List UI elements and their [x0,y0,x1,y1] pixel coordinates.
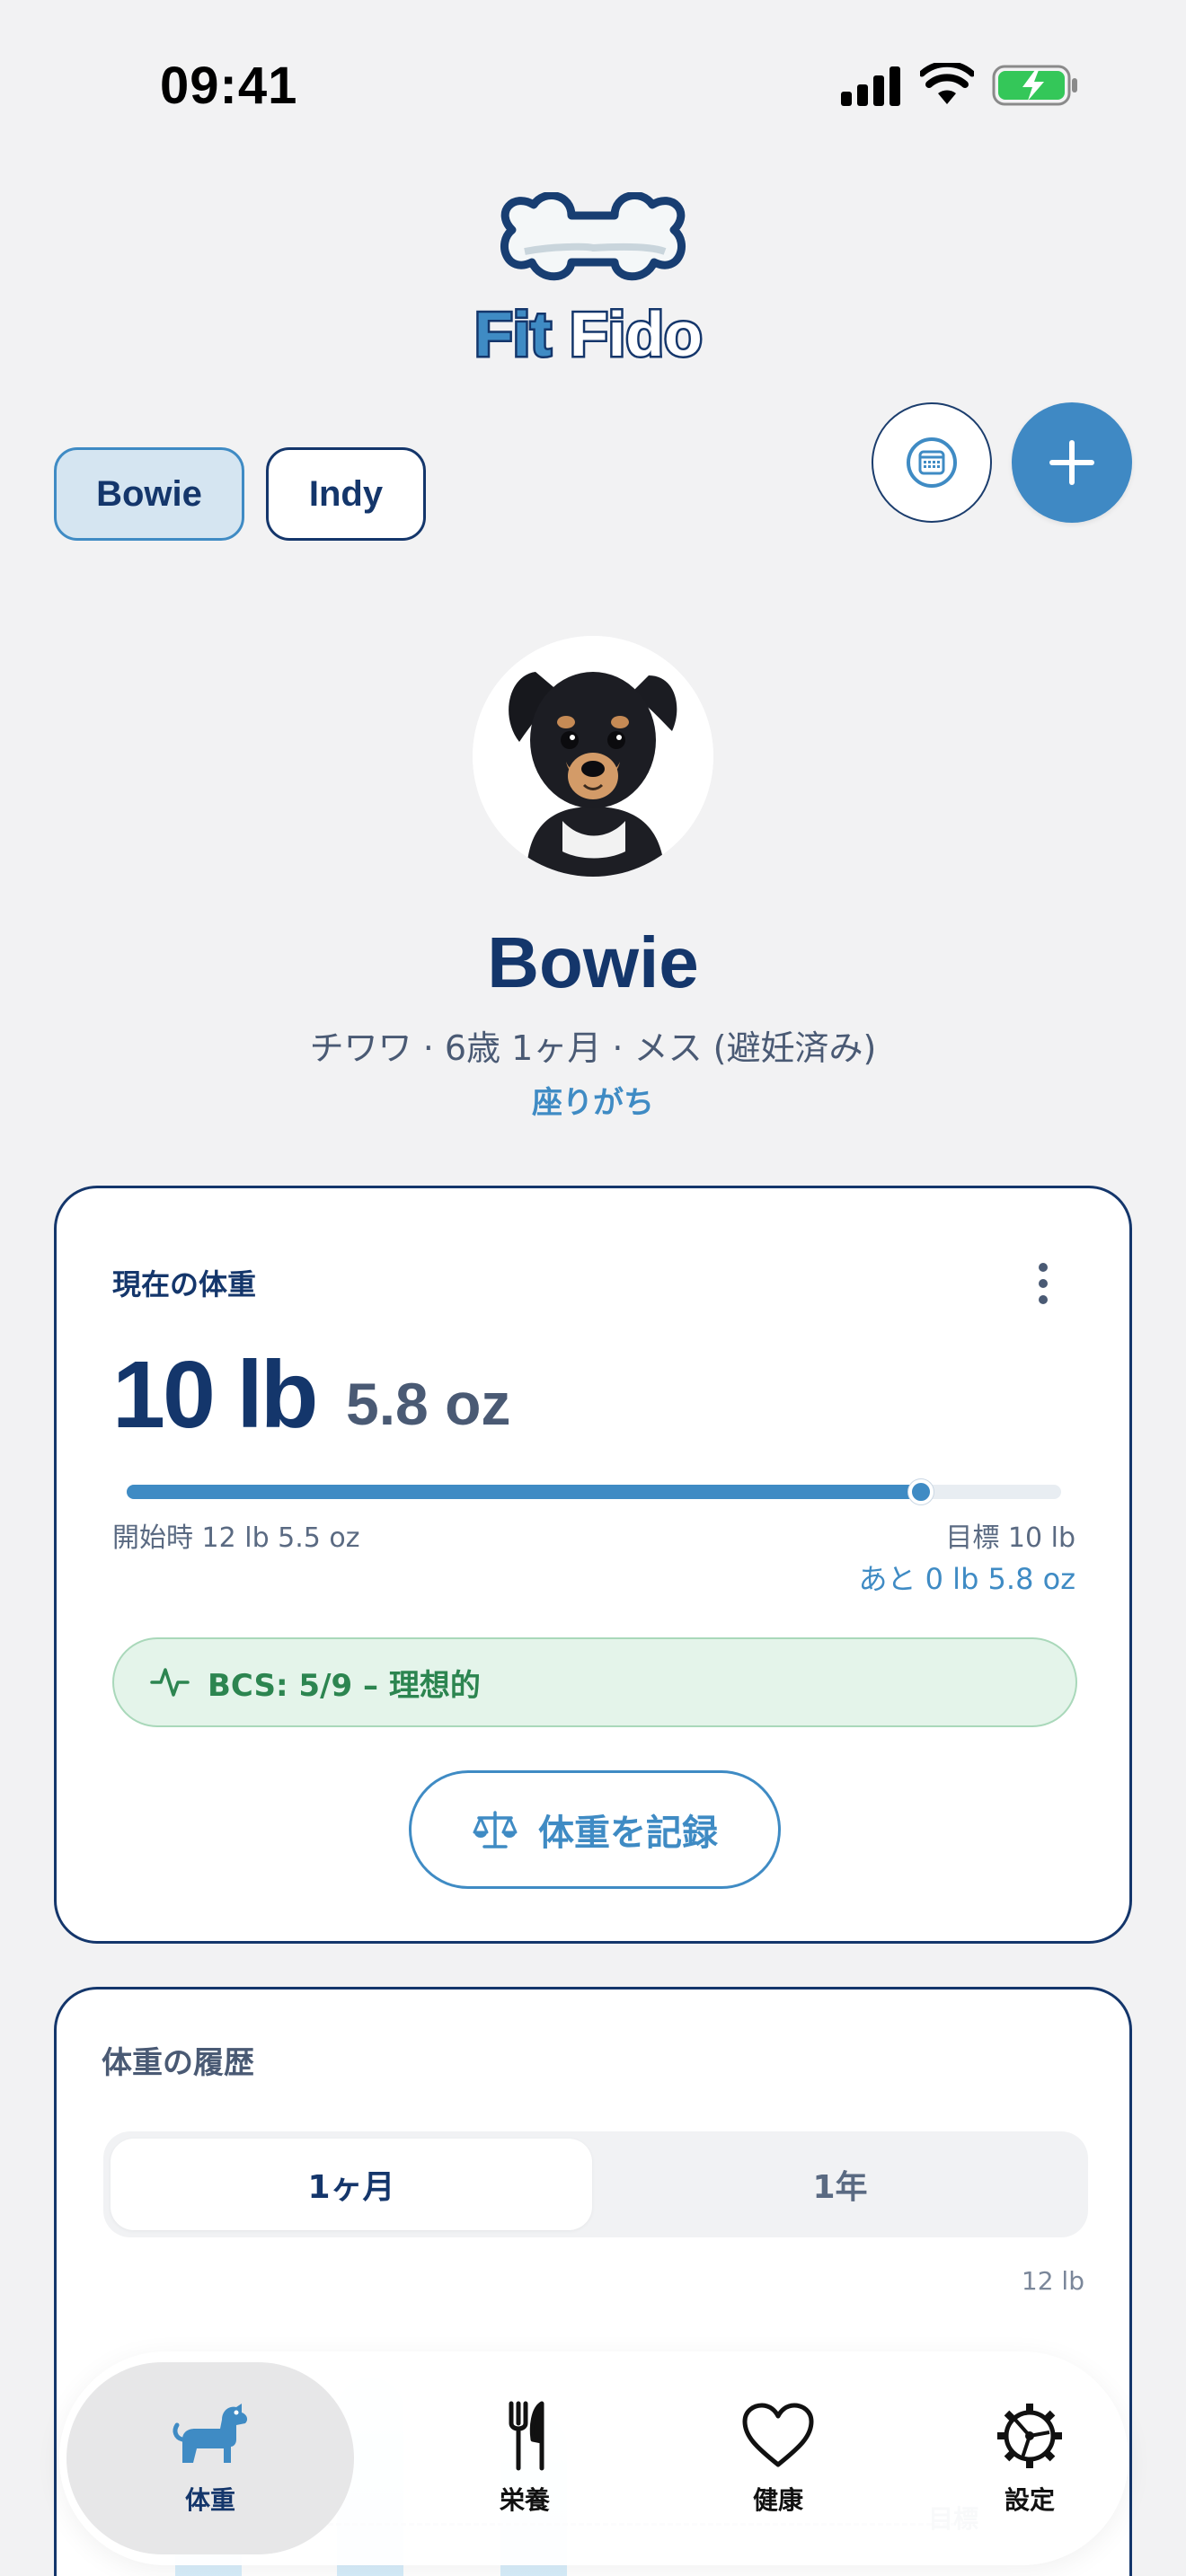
battery-charging-icon [992,65,1077,106]
bottom-tab-bar: 体重 栄養 健康 設定 [59,2351,1128,2565]
wifi-icon [920,63,974,104]
current-weight-title: 現在の体重 [112,1267,257,1301]
log-weight-button[interactable]: 体重を記録 [409,1770,781,1889]
add-button[interactable] [1012,402,1132,523]
tab-health[interactable]: 健康 [652,2362,904,2554]
current-weight-lb: 10 lb [112,1342,319,1448]
pet-tab-indy[interactable]: Indy [266,447,426,541]
heart-icon [742,2403,814,2467]
tab-settings[interactable]: 設定 [904,2362,1155,2554]
period-1-month-tab[interactable]: 1ヶ月 [111,2139,592,2230]
pet-activity-level: 座りがち [532,1085,654,1121]
weight-progress-knob [908,1479,934,1504]
tab-weight[interactable]: 体重 [66,2362,354,2554]
tab-label: 設定 [1004,2485,1055,2515]
fork-knife-icon [509,2401,544,2471]
chart-axis-top-label: 12 lb [1021,2266,1084,2296]
calendar-icon [907,437,957,488]
remaining-weight-label: あと 0 lb 5.8 oz [858,1562,1075,1596]
weight-history-title: 体重の履歴 [102,2045,254,2081]
dog-photo [473,636,713,877]
goal-weight-label: 目標 10 lb [945,1522,1075,1554]
weight-progress-bar [127,1479,1061,1504]
pet-meta: チワワ · 6歳 1ヶ月 · メス (避妊済み) [309,1028,877,1068]
pet-tab-bowie[interactable]: Bowie [54,447,244,541]
dog-icon [173,2404,248,2463]
bcs-text: BCS: 5/9 – 理想的 [208,1667,481,1704]
status-bar: 09:41 [0,0,1186,180]
status-time: 09:41 [160,57,298,115]
period-segmented-control: 1ヶ月 1年 [103,2131,1088,2237]
period-1-year-tab[interactable]: 1年 [599,2139,1081,2230]
current-weight-oz: 5.8 oz [346,1371,511,1437]
current-weight-card: 現在の体重 10 lb 5.8 oz 開始時 12 lb 5.5 oz 目標 1… [54,1186,1132,1944]
tab-label: 健康 [752,2485,803,2515]
fitfido-wordmark: Fit Fido [469,296,721,372]
pet-avatar [473,636,713,877]
weight-progress-fill [127,1485,921,1499]
cellular-signal-icon [841,66,900,106]
pet-tab-label: Indy [308,473,384,514]
pet-tab-label: Bowie [96,473,202,514]
bcs-badge: BCS: 5/9 – 理想的 [112,1637,1077,1727]
log-weight-label: 体重を記録 [538,1813,718,1854]
logo-fit-text: Fit [474,299,552,368]
tab-nutrition[interactable]: 栄養 [399,2362,651,2554]
fitfido-bone-logo-icon [500,192,686,281]
start-weight-label: 開始時 12 lb 5.5 oz [112,1522,360,1554]
pet-name: Bowie [487,922,699,1002]
scale-icon [473,1811,518,1848]
tab-label: 栄養 [499,2485,550,2515]
calendar-button[interactable] [872,402,992,523]
more-options-icon[interactable] [1032,1258,1054,1309]
logo-fido-text: Fido [570,299,703,368]
activity-pulse-icon [150,1668,190,1697]
gear-icon [997,2404,1062,2468]
tab-label: 体重 [184,2485,235,2515]
plus-icon [1049,440,1094,485]
